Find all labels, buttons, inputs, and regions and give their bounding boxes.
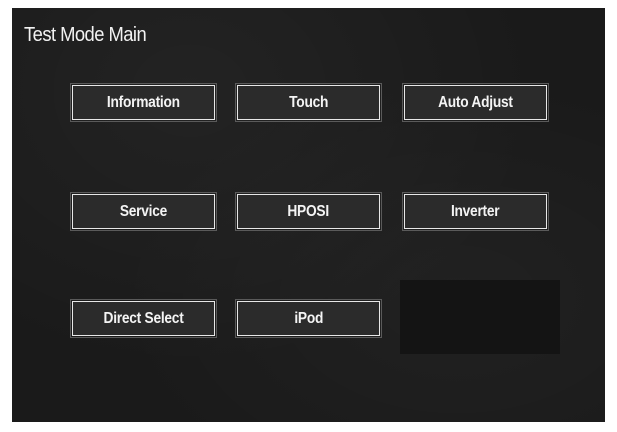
page-title: Test Mode Main	[24, 24, 147, 46]
service-button-label: Service	[119, 202, 168, 220]
direct-select-button[interactable]: Direct Select	[70, 299, 217, 338]
ipod-button[interactable]: iPod	[235, 299, 382, 338]
information-button[interactable]: Information	[70, 83, 217, 122]
ipod-button-label: iPod	[294, 309, 323, 327]
inverter-button[interactable]: Inverter	[402, 192, 549, 231]
touch-button-label: Touch	[289, 93, 328, 111]
photo-frame: Test Mode Main Information Touch Auto Ad…	[0, 0, 617, 432]
empty-button-slot	[400, 280, 560, 354]
hposi-button-label: HPOSI	[287, 202, 330, 220]
service-button[interactable]: Service	[70, 192, 217, 231]
auto-adjust-button-label: Auto Adjust	[438, 93, 513, 111]
hposi-button[interactable]: HPOSI	[235, 192, 382, 231]
direct-select-button-label: Direct Select	[103, 309, 184, 327]
touch-button[interactable]: Touch	[235, 83, 382, 122]
inverter-button-label: Inverter	[451, 202, 500, 220]
display-screen: Test Mode Main Information Touch Auto Ad…	[12, 8, 605, 422]
information-button-label: Information	[107, 93, 180, 111]
auto-adjust-button[interactable]: Auto Adjust	[402, 83, 549, 122]
